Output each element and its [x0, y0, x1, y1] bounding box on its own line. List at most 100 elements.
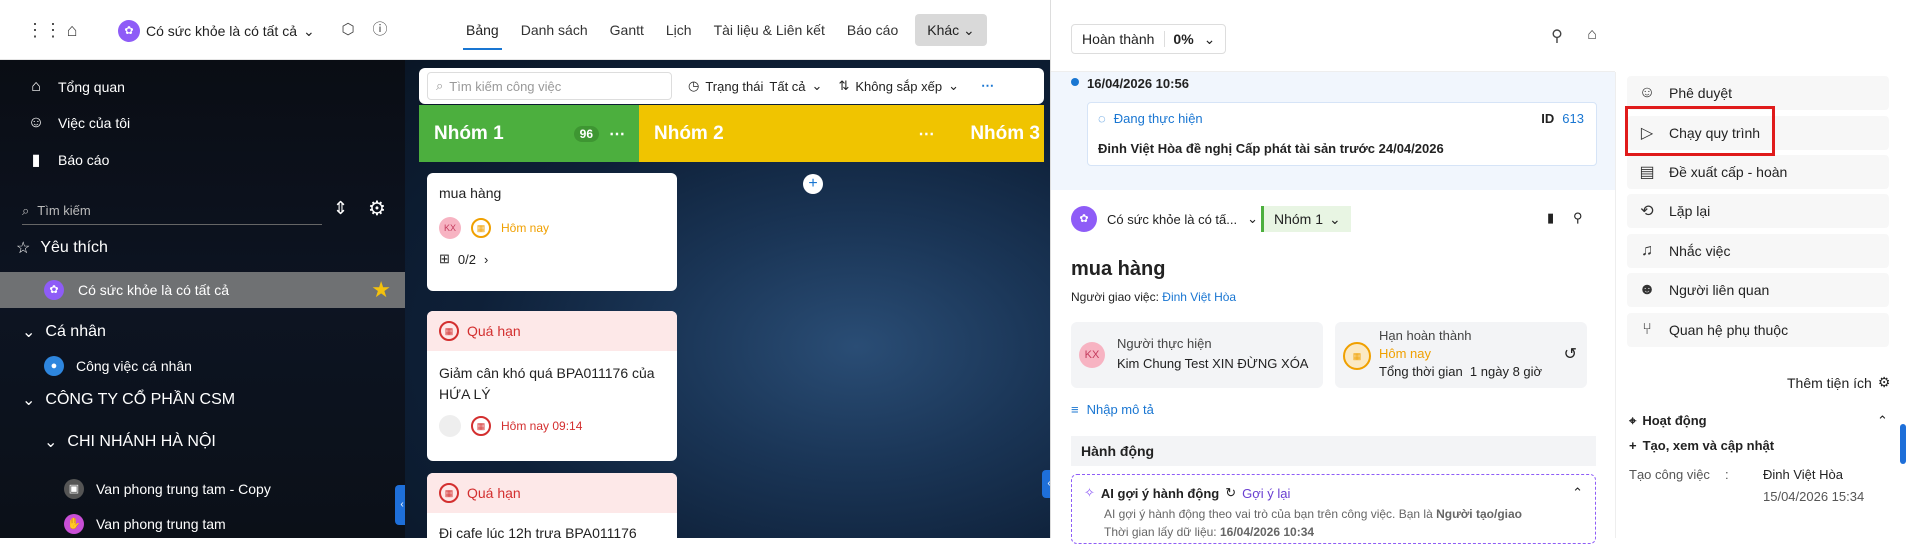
- more-options-icon[interactable]: ⋯: [981, 78, 994, 94]
- assigner-name[interactable]: Đinh Việt Hòa: [1162, 290, 1236, 304]
- personal-label: Cá nhân: [45, 323, 106, 340]
- task-card[interactable]: ▦ Quá hạn Đi cafe lúc 12h trưa BPA011176: [427, 473, 677, 538]
- ai-retry-button[interactable]: Gợi ý lại: [1242, 486, 1290, 501]
- menu-dependencies[interactable]: ⑂ Quan hệ phụ thuộc: [1627, 313, 1889, 347]
- column-header-group-1[interactable]: Nhóm 1 96 ⋯: [419, 105, 639, 162]
- sidebar-search-input[interactable]: Tìm kiếm: [37, 203, 90, 218]
- task-card[interactable]: mua hàng KX ▦ Hôm nay ⊞ 0/2 ›: [427, 173, 677, 291]
- tab-docs-links[interactable]: Tài liệu & Liên kết: [703, 0, 836, 60]
- status-filter[interactable]: ◷ Trạng thái Tất cả ⌄: [688, 78, 822, 94]
- sidebar-item-label: Van phong trung tam: [96, 516, 226, 532]
- timeline-dot: [1071, 78, 1079, 86]
- board-area: ⌕ Tìm kiếm công việc ◷ Trạng thái Tất cả ⌄ ⇅…: [405, 60, 1050, 538]
- create-view-update[interactable]: + Tạo, xem và cập nhật: [1629, 438, 1774, 453]
- history-clock-icon[interactable]: ↺: [1564, 344, 1577, 364]
- status-filter-value: Tất cả: [769, 78, 806, 94]
- sidebar-item-label: Tổng quan: [58, 79, 125, 95]
- task-search-input[interactable]: Tìm kiếm công việc: [449, 79, 561, 94]
- sidebar-item-my-tasks[interactable]: ☺ Việc của tôi: [26, 114, 130, 132]
- history-card[interactable]: ◌ Đang thực hiện ID 613 Đinh Việt Hòa đề n…: [1087, 102, 1597, 166]
- tag-icon[interactable]: ⌂: [1583, 26, 1601, 46]
- favorite-item-label: Có sức khỏe là có tất cả: [78, 282, 229, 298]
- more-tabs-button[interactable]: Khác ⌄: [915, 14, 987, 46]
- pin-icon[interactable]: ⚲: [1573, 210, 1583, 226]
- assignee-box[interactable]: KX Người thực hiện Kim Chung Test XIN ĐỪ…: [1071, 322, 1323, 388]
- status-dropdown[interactable]: Hoàn thành 0% ⌄: [1071, 24, 1227, 54]
- calendar-icon: ▦: [471, 218, 491, 238]
- top-bar: ⋮⋮ ⌂ ✿ Có sức khỏe là có tất cả ⌄ ⬡ ⓘ Bả…: [0, 0, 1050, 60]
- info-icon[interactable]: ⓘ: [368, 18, 392, 42]
- plus-icon: +: [1629, 438, 1637, 453]
- overdue-tag: ▦ Quá hạn: [427, 473, 677, 513]
- personal-header[interactable]: ⌄ Cá nhân: [22, 322, 106, 342]
- tab-board[interactable]: Bảng: [455, 0, 510, 60]
- collapse-all-icon[interactable]: ⇕: [333, 198, 348, 219]
- branch-header[interactable]: ⌄ CHI NHÁNH HÀ NỘI: [44, 432, 216, 452]
- tab-gantt[interactable]: Gantt: [599, 0, 655, 60]
- favorites-header[interactable]: ☆ Yêu thích: [16, 238, 108, 258]
- sidebar-item-personal-tasks[interactable]: ● Công việc cá nhân: [44, 356, 192, 376]
- view-tabs: Bảng Danh sách Gantt Lịch Tài liệu & Liê…: [455, 0, 987, 60]
- sidebar-search[interactable]: ⌕ Tìm kiếm: [22, 197, 322, 225]
- home-icon: ⌂: [31, 78, 41, 95]
- activity-header[interactable]: ⌖ Hoạt động: [1629, 413, 1707, 429]
- settings-hex-icon[interactable]: ⬡: [336, 18, 360, 42]
- sidebar-item-office[interactable]: ✋ Van phong trung tam: [64, 514, 226, 534]
- ai-title: AI gợi ý hành động: [1100, 485, 1220, 501]
- description-placeholder: Nhập mô tả: [1086, 402, 1154, 417]
- menu-reminder[interactable]: ♫ Nhắc việc: [1627, 234, 1889, 268]
- favorite-item[interactable]: ✿ Có sức khỏe là có tất cả ★: [0, 272, 405, 308]
- chevron-down-icon: ⌄: [948, 78, 959, 93]
- repeat-icon: ⟲: [1640, 203, 1654, 220]
- description-link[interactable]: ≡ Nhập mô tả: [1071, 402, 1154, 417]
- status-value: Hoàn thành: [1082, 31, 1155, 47]
- tab-calendar[interactable]: Lịch: [655, 0, 703, 60]
- calendar-icon: ▦: [439, 483, 459, 503]
- more-options-icon[interactable]: ⋯: [609, 124, 625, 144]
- project-selector[interactable]: ✿ Có sức khỏe là có tấ... ⌄: [1071, 206, 1258, 232]
- sidebar-item-reports[interactable]: ▮ Báo cáo: [26, 150, 110, 170]
- more-utilities-button[interactable]: Thêm tiện ích ⚙: [1787, 374, 1890, 391]
- chevron-up-icon[interactable]: ⌃: [1572, 485, 1583, 501]
- tab-reports[interactable]: Báo cáo: [836, 0, 909, 60]
- chevron-right-icon[interactable]: ›: [484, 252, 488, 267]
- task-search[interactable]: ⌕ Tìm kiếm công việc: [427, 72, 672, 100]
- sidebar-item-overview[interactable]: ⌂ Tổng quan: [26, 78, 125, 96]
- home-icon[interactable]: ⌂: [60, 18, 84, 42]
- add-task-icon[interactable]: +: [803, 174, 823, 194]
- chevron-down-icon: ⌄: [303, 22, 315, 39]
- group-selector[interactable]: Nhóm 1 ⌄: [1261, 206, 1351, 232]
- menu-propose-refund[interactable]: ▤ Đề xuất cấp - hoàn: [1627, 155, 1889, 189]
- bookmark-icon[interactable]: ▮: [1547, 210, 1554, 226]
- total-time-value: 1 ngày 8 giờ: [1469, 364, 1543, 379]
- apps-grid-icon[interactable]: ⋮⋮: [26, 18, 62, 42]
- gear-icon[interactable]: ⚙: [368, 196, 386, 221]
- ai-text: AI gợi ý hành động theo vai trò của bạn …: [1104, 507, 1433, 521]
- chevron-up-icon[interactable]: ⌃: [1877, 413, 1888, 429]
- workspace-selector[interactable]: ✿ Có sức khỏe là có tất cả ⌄: [118, 20, 315, 42]
- menu-approve[interactable]: ☺ Phê duyệt: [1627, 76, 1889, 110]
- menu-label: Phê duyệt: [1669, 85, 1733, 101]
- calendar-icon: ▦: [471, 416, 491, 436]
- assignee-name: Kim Chung Test XIN ĐỪNG XÓA: [1117, 356, 1309, 371]
- due-box[interactable]: ▦ Hạn hoàn thành Hôm nay Tổng thời gian …: [1335, 322, 1587, 388]
- sidebar-item-label: Công việc cá nhân: [76, 358, 192, 374]
- workspace-name: Có sức khỏe là có tất cả: [146, 23, 297, 39]
- company-header[interactable]: ⌄ CÔNG TY CỔ PHẦN CSM: [22, 390, 235, 410]
- task-card[interactable]: ▦ Quá hạn Giảm cân khó quá BPA011176 của …: [427, 311, 677, 461]
- history-id[interactable]: 613: [1562, 111, 1584, 126]
- menu-related-people[interactable]: ☻ Người liên quan: [1627, 273, 1889, 307]
- menu-repeat[interactable]: ⟲ Lặp lại: [1627, 194, 1889, 228]
- menu-label: Nhắc việc: [1669, 243, 1731, 259]
- star-filled-icon[interactable]: ★: [371, 277, 391, 303]
- task-title[interactable]: mua hàng: [1071, 258, 1165, 281]
- pin-icon[interactable]: ⚲: [1548, 26, 1566, 46]
- tab-list[interactable]: Danh sách: [510, 0, 599, 60]
- column-header-group-2[interactable]: Nhóm 2 ⋯ Nhóm 3: [639, 105, 1044, 162]
- sidebar-item-office-copy[interactable]: ▣ Van phong trung tam - Copy: [64, 479, 271, 499]
- scrollbar[interactable]: [1900, 424, 1906, 464]
- chevron-down-icon: ⌄: [22, 392, 36, 409]
- sort-dropdown[interactable]: ⇅ Không sắp xếp ⌄: [838, 78, 959, 94]
- more-options-icon[interactable]: ⋯: [918, 124, 934, 144]
- status-filter-label: Trạng thái: [705, 78, 764, 94]
